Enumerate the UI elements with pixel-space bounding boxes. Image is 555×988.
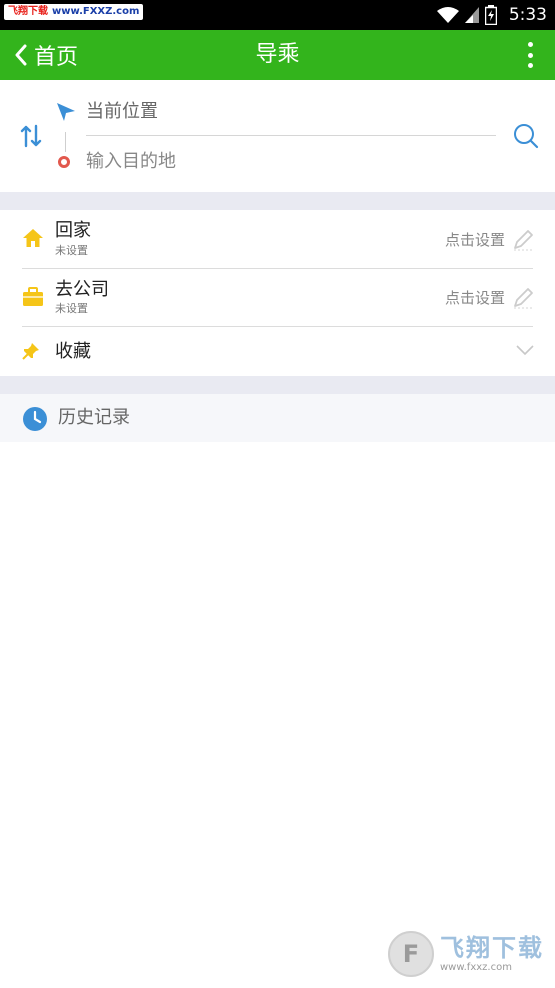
page-title: 导乘 (255, 42, 300, 67)
watermark-badge: 飞翔下载 www.FXXZ.com (4, 4, 144, 20)
briefcase-icon (23, 287, 43, 306)
more-menu-button[interactable] (527, 42, 533, 68)
watermark-url-bottom: www.fxxz.com (440, 962, 512, 973)
set-link[interactable]: 点击设置 (445, 230, 505, 250)
watermark-left-text: 飞翔下载 (8, 6, 48, 17)
battery-icon (484, 5, 497, 25)
clock: 5:33 (508, 5, 547, 25)
place-name: 去公司 (55, 279, 109, 300)
chevron-left-icon (15, 44, 27, 66)
route-connector (65, 132, 66, 152)
app-bar: 导乘 首页 (0, 30, 555, 80)
chevron-down-icon[interactable] (515, 343, 535, 357)
watermark-brand: 飞翔下载 (440, 934, 544, 962)
list-item-home[interactable]: 回家 未设置 点击设置 (0, 210, 555, 268)
place-status: 未设置 (55, 302, 88, 315)
home-icon (23, 229, 43, 247)
route-panel: 当前位置 输入目的地 (0, 80, 555, 192)
pin-icon (22, 343, 39, 360)
dot-icon (527, 42, 533, 47)
destination-input[interactable]: 输入目的地 (86, 150, 176, 174)
swap-icon[interactable] (20, 124, 42, 148)
status-bar: 飞翔下载 www.FXXZ.com 5:33 (0, 0, 555, 30)
places-list: 回家 未设置 点击设置 去公司 未设置 点击设置 收藏 (0, 210, 555, 376)
route-divider (86, 135, 496, 136)
watermark-url: www.FXXZ.com (52, 6, 140, 17)
back-label: 首页 (34, 45, 79, 70)
back-button[interactable]: 首页 (14, 30, 78, 80)
edit-pencil-icon[interactable] (511, 286, 535, 310)
place-name: 收藏 (55, 341, 91, 362)
watermark-emblem-icon: F (388, 931, 434, 977)
signal-icon (464, 7, 479, 23)
place-status: 未设置 (55, 244, 88, 257)
list-item-office[interactable]: 去公司 未设置 点击设置 (0, 269, 555, 326)
dot-icon (527, 63, 533, 68)
place-name: 回家 (55, 220, 91, 241)
wifi-icon (436, 7, 459, 23)
dot-icon (527, 52, 533, 58)
clock-icon (23, 407, 47, 431)
list-item-favorites[interactable]: 收藏 (0, 327, 555, 376)
status-icons: 5:33 (436, 0, 547, 30)
location-arrow-icon (57, 103, 75, 121)
destination-dot-icon (58, 156, 70, 168)
section-gap (0, 376, 555, 394)
search-icon[interactable] (513, 123, 539, 149)
set-link[interactable]: 点击设置 (445, 288, 505, 308)
section-gap (0, 192, 555, 210)
history-section[interactable]: 历史记录 (0, 394, 555, 442)
edit-pencil-icon[interactable] (511, 228, 535, 252)
history-label: 历史记录 (58, 407, 130, 428)
origin-field[interactable]: 当前位置 (86, 100, 158, 124)
watermark-logo: F 飞翔下载 www.fxxz.com (388, 928, 548, 980)
